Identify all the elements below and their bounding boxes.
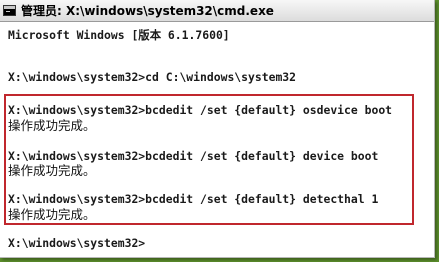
window-title: 管理员: X:\windows\system32\cmd.exe [21, 4, 274, 18]
console-cd-command: X:\windows\system32>cd C:\windows\system… [8, 70, 297, 84]
cmd-window: 管理员: X:\windows\system32\cmd.exe Microso… [0, 0, 435, 258]
desktop-background-right [435, 0, 439, 262]
console-header-line: Microsoft Windows [版本 6.1.7600] [8, 28, 230, 42]
title-bar[interactable]: 管理员: X:\windows\system32\cmd.exe [0, 0, 434, 22]
console-prompt: X:\windows\system32> [8, 236, 146, 250]
desktop-background-bottom [0, 258, 439, 262]
cmd-icon[interactable] [3, 5, 16, 16]
highlight-box [4, 94, 414, 225]
